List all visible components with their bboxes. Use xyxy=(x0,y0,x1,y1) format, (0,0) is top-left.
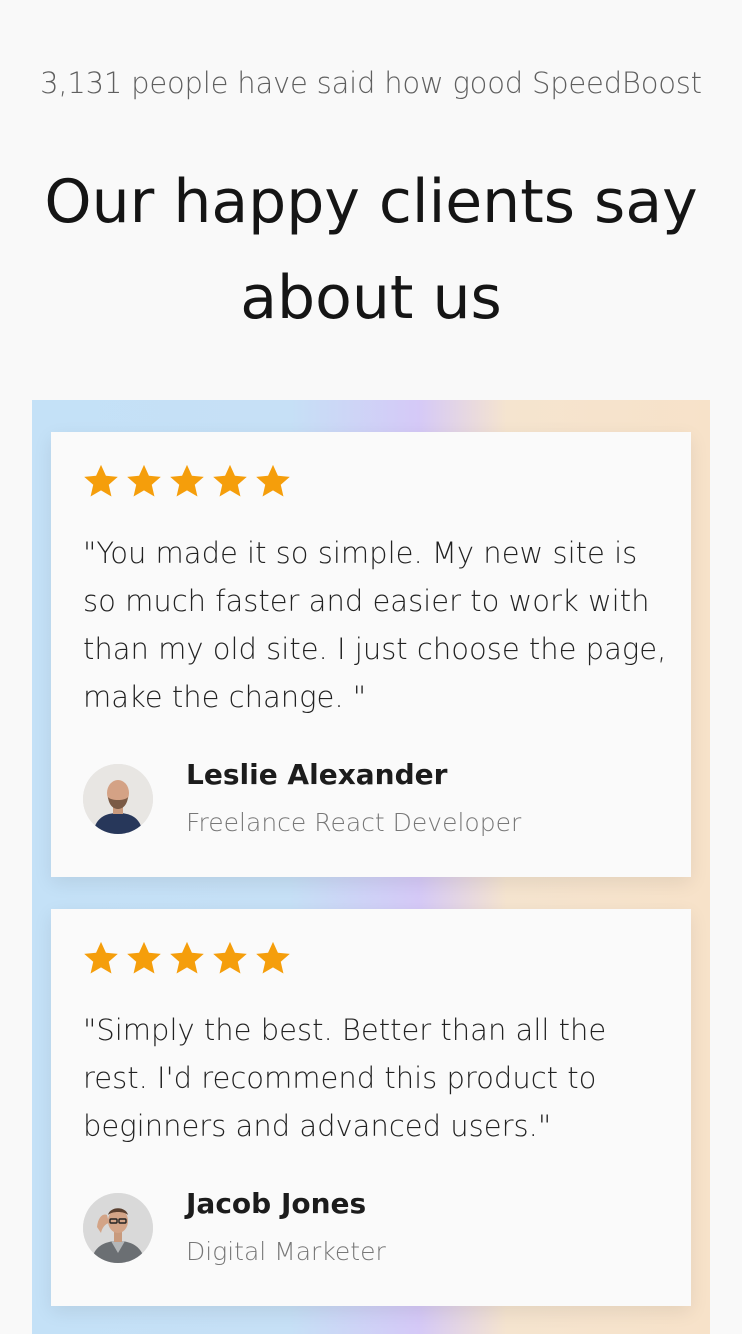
reviewer-name: Leslie Alexander xyxy=(186,758,448,791)
rating-stars xyxy=(82,462,292,500)
testimonials-page: 3,131 people have said how good SpeedBoo… xyxy=(0,0,742,1334)
star-icon xyxy=(256,464,290,497)
reviewer-name: Jacob Jones xyxy=(186,1187,367,1220)
user-avatar-icon xyxy=(83,764,153,834)
rating-stars xyxy=(82,939,292,977)
testimonial-quote: "You made it so simple. My new site is s… xyxy=(83,536,667,714)
star-icon xyxy=(127,464,161,497)
reviewer-role: Digital Marketer xyxy=(186,1237,386,1266)
avatar xyxy=(83,1193,153,1263)
star-icon xyxy=(127,941,161,974)
star-icon xyxy=(170,464,204,497)
user-avatar-icon xyxy=(83,1193,153,1263)
star-icon xyxy=(84,464,118,497)
star-icon xyxy=(213,464,247,497)
star-icon xyxy=(256,941,290,974)
avatar xyxy=(83,764,153,834)
testimonial-quote: "Simply the best. Better than all the re… xyxy=(83,1013,607,1143)
star-icon xyxy=(213,941,247,974)
star-icon xyxy=(170,941,204,974)
page-title: Our happy clients say about us xyxy=(44,167,698,333)
star-icon xyxy=(84,941,118,974)
testimonial-card: "Simply the best. Better than all the re… xyxy=(51,909,691,1306)
reviewer-role: Freelance React Developer xyxy=(186,808,522,837)
review-count-text: 3,131 people have said how good SpeedBoo… xyxy=(40,66,702,100)
testimonial-card: "You made it so simple. My new site is s… xyxy=(51,432,691,877)
